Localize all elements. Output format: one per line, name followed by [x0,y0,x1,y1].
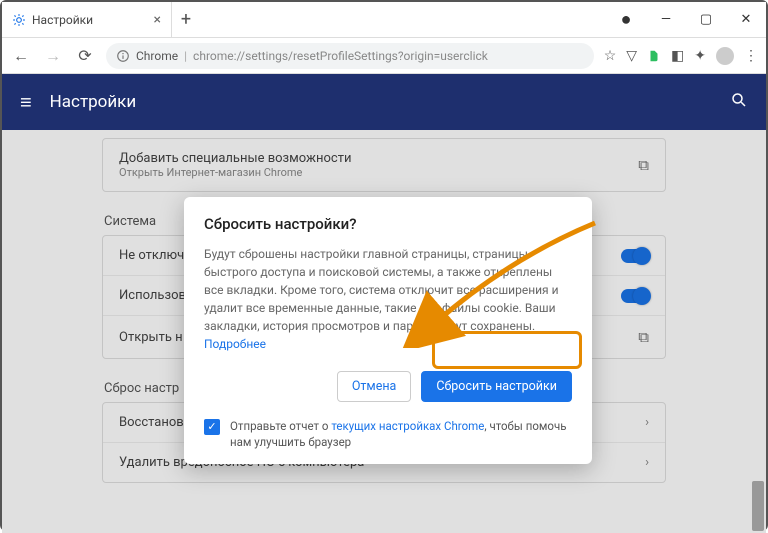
report-checkbox[interactable]: ✓ [204,419,220,435]
current-settings-link[interactable]: текущих настройках Chrome [331,419,484,433]
close-tab-icon[interactable]: × [154,12,161,28]
scrollbar-thumb[interactable] [752,481,764,531]
cancel-button[interactable]: Отмена [337,371,412,402]
evernote-icon[interactable] [647,49,661,63]
maximize-button[interactable]: ▢ [686,12,726,27]
reset-confirm-button[interactable]: Сбросить настройки [421,371,572,402]
address-bar[interactable]: Chrome | chrome://settings/resetProfileS… [106,43,594,69]
dialog-title: Сбросить настройки? [204,215,572,233]
url-host: Chrome [136,49,178,63]
forward-button[interactable]: → [42,46,64,66]
hamburger-icon[interactable]: ≡ [20,90,32,115]
window-controls: ● — ▢ ✕ [606,2,766,37]
profile-avatar[interactable] [716,47,734,65]
browser-tab[interactable]: Настройки × [2,2,172,37]
extensions-icon[interactable]: ✦ [694,48,706,64]
dialog-body: Будут сброшены настройки главной страниц… [204,245,572,353]
gear-icon [12,13,26,27]
new-tab-button[interactable]: + [172,2,200,37]
settings-title: Настройки [50,92,730,112]
tab-title: Настройки [32,13,93,27]
url-bar: ← → ⟳ Chrome | chrome://settings/resetPr… [2,38,766,74]
site-info-icon [116,49,130,63]
search-icon[interactable] [730,91,748,114]
settings-content: Добавить специальные возможности Открыть… [2,130,766,533]
pocket-icon[interactable]: ▽ [626,48,637,64]
back-button[interactable]: ← [10,46,32,66]
reset-settings-dialog: Сбросить настройки? Будут сброшены настр… [184,197,592,464]
menu-icon[interactable]: ⋮ [744,48,758,64]
star-icon[interactable]: ☆ [604,48,617,64]
minimize-button[interactable]: — [646,12,686,27]
close-window-button[interactable]: ✕ [726,12,766,27]
bookmark-icon[interactable]: ◧ [671,48,684,64]
settings-header: ≡ Настройки [2,74,766,130]
learn-more-link[interactable]: Подробнее [204,337,266,351]
account-dot-icon[interactable]: ● [606,9,646,30]
reload-button[interactable]: ⟳ [74,46,96,65]
report-row: ✓ Отправьте отчет о текущих настройках C… [204,418,572,450]
window-titlebar: Настройки × + ● — ▢ ✕ [2,2,766,38]
